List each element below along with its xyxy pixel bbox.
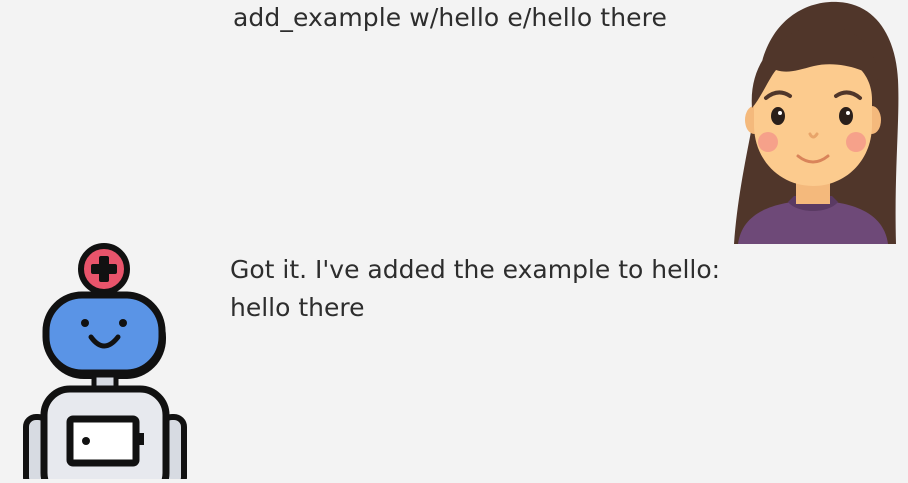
bot-message-line: Got it. I've added the example to hello: — [230, 255, 721, 284]
chat-transcript: add_example w/hello e/hello there Got it… — [0, 0, 908, 483]
robot-avatar-icon — [23, 243, 187, 483]
user-message-text: add_example w/hello e/hello there — [233, 3, 667, 32]
bot-avatar — [22, 239, 187, 483]
bot-message-line: hello there — [230, 293, 365, 322]
user-woman-avatar-icon — [734, 1, 899, 244]
bot-message: Got it. I've added the example to hello:… — [230, 251, 720, 327]
user-avatar — [718, 0, 908, 244]
